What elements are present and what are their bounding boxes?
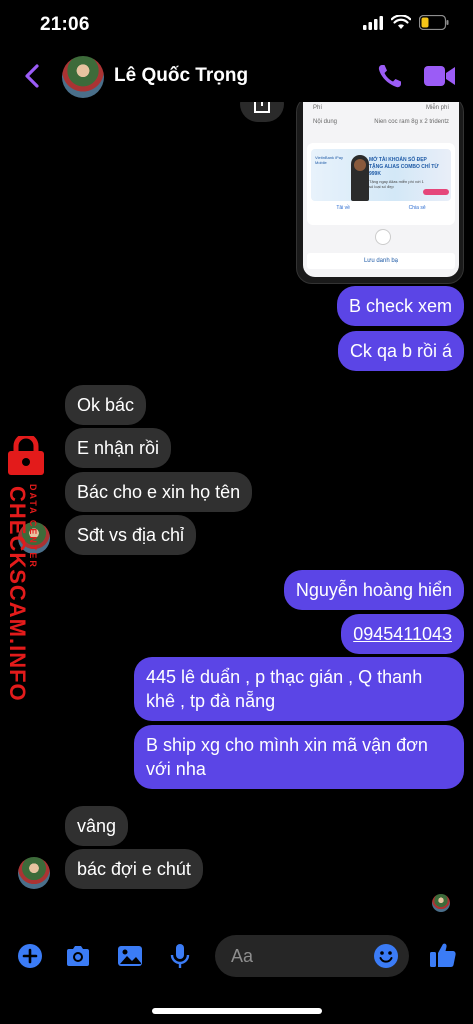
bank-brand: VietinBank iPay Mobile <box>315 155 343 165</box>
battery-icon <box>419 15 449 30</box>
share-label: Chia sẻ <box>408 205 426 211</box>
status-icons <box>363 15 449 30</box>
lock-icon <box>8 436 44 475</box>
incoming-message[interactable]: bác đợi e chút <box>65 849 203 889</box>
download-label: Tải về <box>336 205 350 211</box>
status-bar: 21:06 <box>0 0 473 50</box>
contact-avatar-small <box>18 857 50 889</box>
message-composer <box>0 930 473 982</box>
message-input[interactable] <box>231 943 371 969</box>
chat-header: Lê Quốc Trọng <box>0 50 473 102</box>
watermark: CHECKSCAM.INFO DATA CENTER <box>0 436 52 702</box>
receipt-screenshot: Phí Miễn phí Nội dung Nien coc ram 8g x … <box>303 97 459 277</box>
incoming-message[interactable]: Bác cho e xin họ tên <box>65 472 253 512</box>
incoming-message[interactable]: vâng <box>65 806 129 846</box>
ad-person-face <box>354 159 366 171</box>
plus-circle-icon[interactable] <box>16 942 44 970</box>
watermark-text: CHECKSCAM.INFO <box>5 486 30 702</box>
ad-banner: VietinBank iPay Mobile MỞ TÀI KHOẢN SỐ Đ… <box>311 149 451 201</box>
wifi-icon <box>391 15 411 29</box>
receipt-row: Phí Miễn phí <box>313 105 449 111</box>
outgoing-message[interactable]: 445 lê duẩn , p thạc gián , Q thanh khê … <box>134 657 464 721</box>
incoming-message[interactable]: Sđt vs địa chỉ <box>65 515 197 555</box>
receipt-row: Nội dung Nien coc ram 8g x 2 tridentz <box>313 119 449 125</box>
outgoing-message[interactable]: 0945411043 <box>341 614 464 654</box>
outgoing-message[interactable]: Nguyễn hoàng hiển <box>283 570 464 610</box>
ad-subtext: Tặng ngay Alias miễn phí với 1 số loại s… <box>369 179 424 189</box>
outgoing-message[interactable]: B check xem <box>336 286 464 326</box>
back-arrow-icon[interactable] <box>20 62 46 90</box>
save-contact-button: Lưu danh bạ <box>307 253 455 269</box>
video-call-icon[interactable] <box>424 64 456 88</box>
incoming-message[interactable]: E nhận rồi <box>65 428 172 468</box>
ad-card: VietinBank iPay Mobile MỞ TÀI KHOẢN SỐ Đ… <box>307 143 455 225</box>
contact-name[interactable]: Lê Quốc Trọng <box>114 65 248 87</box>
phone-call-icon[interactable] <box>376 62 404 90</box>
shared-image-message[interactable]: Phí Miễn phí Nội dung Nien coc ram 8g x … <box>296 96 464 284</box>
emoji-icon[interactable] <box>373 943 399 969</box>
seen-receipt-avatar <box>432 894 450 912</box>
watermark-subtext: DATA CENTER <box>28 484 38 569</box>
phone-number-link[interactable]: 0945411043 <box>353 624 452 644</box>
download-icon <box>375 229 391 245</box>
ad-text: MỞ TÀI KHOẢN SỐ ĐẸP TẶNG ALIAS COMBO CHỈ… <box>369 157 439 177</box>
contact-avatar[interactable] <box>62 56 104 98</box>
ad-cta <box>423 189 449 195</box>
outgoing-message[interactable]: B ship xg cho mình xin mã vận đơn với nh… <box>134 725 464 789</box>
gallery-icon[interactable] <box>116 942 144 970</box>
thumbs-up-icon[interactable] <box>428 940 458 970</box>
incoming-message[interactable]: Ok bác <box>65 385 147 425</box>
camera-icon[interactable] <box>64 942 92 970</box>
message-input-container[interactable] <box>215 935 409 977</box>
signal-icon <box>363 15 383 30</box>
outgoing-message[interactable]: Ck qa b rồi á <box>337 331 464 371</box>
microphone-icon[interactable] <box>166 942 194 970</box>
receipt-actions: Tải về Chia sẻ <box>307 205 455 211</box>
status-time: 21:06 <box>40 14 90 35</box>
home-indicator <box>152 1008 322 1014</box>
